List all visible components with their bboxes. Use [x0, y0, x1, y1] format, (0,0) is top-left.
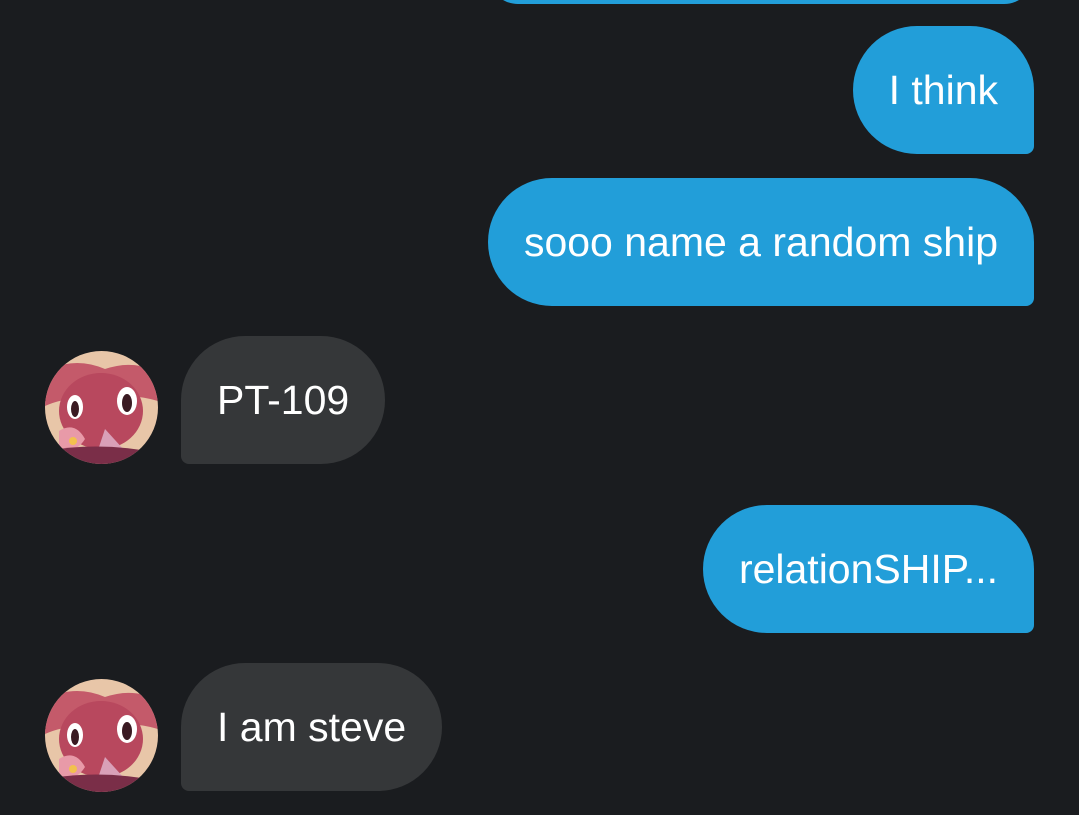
avatar-image [45, 679, 158, 792]
incoming-message-bubble[interactable]: I am steve [181, 663, 443, 791]
outgoing-message-bubble[interactable]: relationSHIP... [702, 505, 1034, 633]
incoming-message-bubble[interactable]: PT-109 [181, 336, 386, 464]
message-text: I am steve [217, 704, 407, 750]
previous-outgoing-bubble[interactable] [488, 0, 1034, 4]
outgoing-message-bubble[interactable]: sooo name a random ship [487, 178, 1034, 306]
avatar-image [45, 351, 158, 464]
contact-avatar-icon[interactable] [45, 679, 158, 792]
contact-avatar-icon[interactable] [45, 351, 158, 464]
outgoing-message-bubble[interactable]: I think [852, 26, 1034, 154]
message-text: I think [888, 67, 998, 113]
message-text: relationSHIP... [738, 546, 998, 592]
message-text: sooo name a random ship [523, 219, 998, 265]
message-text: PT-109 [217, 377, 350, 423]
chat-message-list[interactable]: I think sooo name a random ship PT-109 r… [0, 0, 1079, 815]
